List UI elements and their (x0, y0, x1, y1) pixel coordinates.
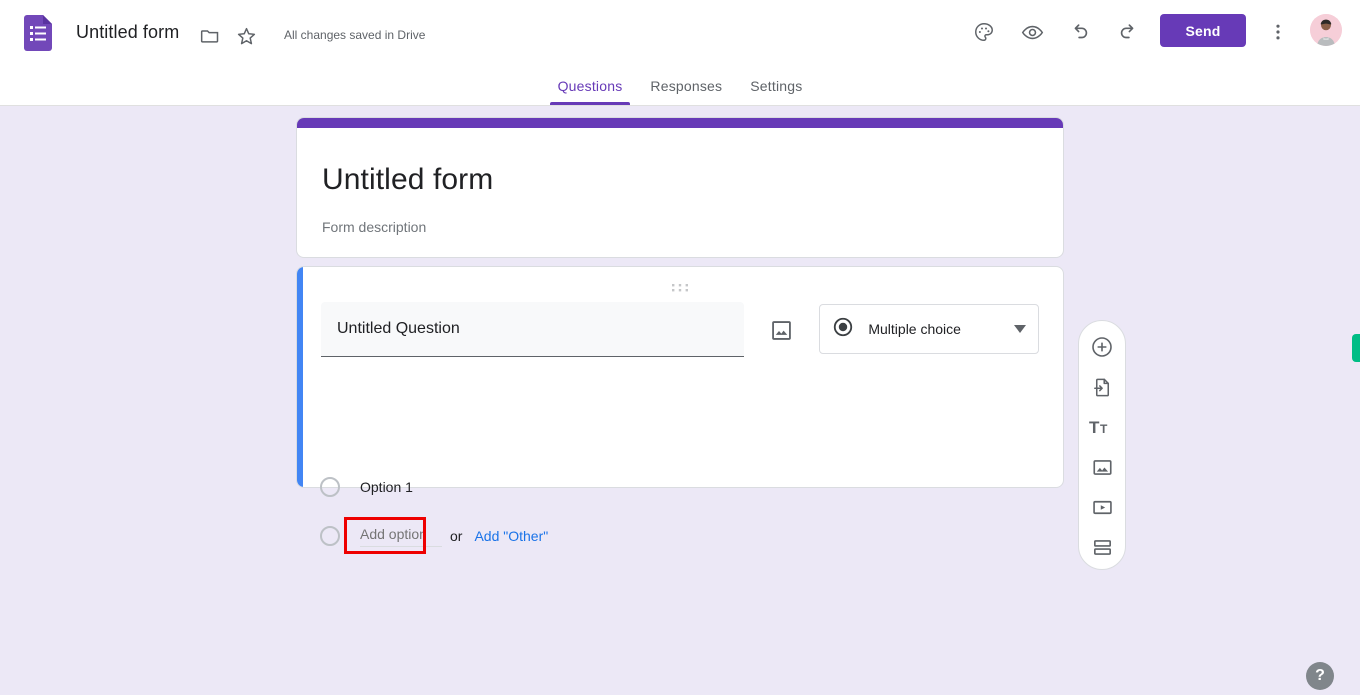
add-circle-icon[interactable] (1086, 331, 1118, 363)
or-text: or (450, 527, 463, 544)
video-icon[interactable] (1086, 491, 1118, 523)
add-other-link[interactable]: Add "Other" (474, 528, 548, 544)
question-type-select[interactable]: Multiple choice (819, 304, 1039, 354)
star-icon[interactable] (234, 24, 258, 48)
palette-icon[interactable] (968, 16, 1000, 48)
import-questions-icon[interactable] (1086, 371, 1118, 403)
selected-card-accent (297, 267, 303, 487)
option-label[interactable]: Option 1 (360, 479, 413, 495)
tab-settings[interactable]: Settings (736, 78, 816, 105)
eye-icon[interactable] (1016, 16, 1048, 48)
chevron-down-icon (1014, 320, 1026, 338)
editor-tabs: Questions Responses Settings (0, 65, 1360, 106)
section-icon[interactable] (1086, 531, 1118, 563)
radio-filled-icon (832, 316, 854, 343)
add-option-input[interactable] (360, 524, 442, 547)
title-text-icon[interactable]: T T (1086, 411, 1118, 443)
undo-icon[interactable] (1064, 16, 1096, 48)
radio-unchecked-icon (320, 525, 340, 546)
save-status-text: All changes saved in Drive (284, 28, 426, 42)
tab-responses[interactable]: Responses (636, 78, 736, 105)
help-button[interactable]: ? (1306, 662, 1334, 690)
insert-toolbar: T T (1078, 320, 1126, 570)
forms-logo-icon[interactable] (24, 15, 52, 51)
redo-icon[interactable] (1112, 16, 1144, 48)
question-type-label: Multiple choice (868, 321, 961, 337)
option-row: Option 1 (320, 477, 413, 497)
form-header-card: Untitled form Form description (296, 117, 1064, 258)
svg-text:T: T (1100, 422, 1108, 436)
svg-text:T: T (1089, 418, 1100, 437)
add-question-image-icon[interactable] (762, 310, 801, 350)
document-title[interactable]: Untitled form (76, 22, 179, 43)
add-option-row: or Add "Other" (320, 524, 548, 547)
question-card: Multiple choice (296, 266, 1064, 488)
drag-handle-icon[interactable] (670, 280, 690, 292)
send-button[interactable]: Send (1160, 14, 1246, 47)
radio-unchecked-icon[interactable] (320, 477, 340, 497)
question-header-row: Multiple choice (321, 302, 1039, 358)
folder-icon[interactable] (198, 24, 222, 48)
question-title-input[interactable] (321, 302, 745, 357)
tab-questions[interactable]: Questions (544, 78, 637, 105)
theme-color-stripe (297, 118, 1063, 128)
image-icon[interactable] (1086, 451, 1118, 483)
google-forms-editor: Untitled form All changes saved in Drive (0, 0, 1360, 695)
form-title[interactable]: Untitled form (322, 163, 1063, 197)
form-description[interactable]: Form description (322, 219, 1063, 235)
avatar[interactable] (1310, 14, 1342, 46)
side-panel-tab[interactable] (1352, 334, 1360, 362)
more-vert-icon[interactable] (1262, 16, 1294, 48)
form-canvas: Untitled form Form description Untitled … (0, 106, 1360, 695)
top-app-bar: Untitled form All changes saved in Drive (0, 0, 1360, 65)
